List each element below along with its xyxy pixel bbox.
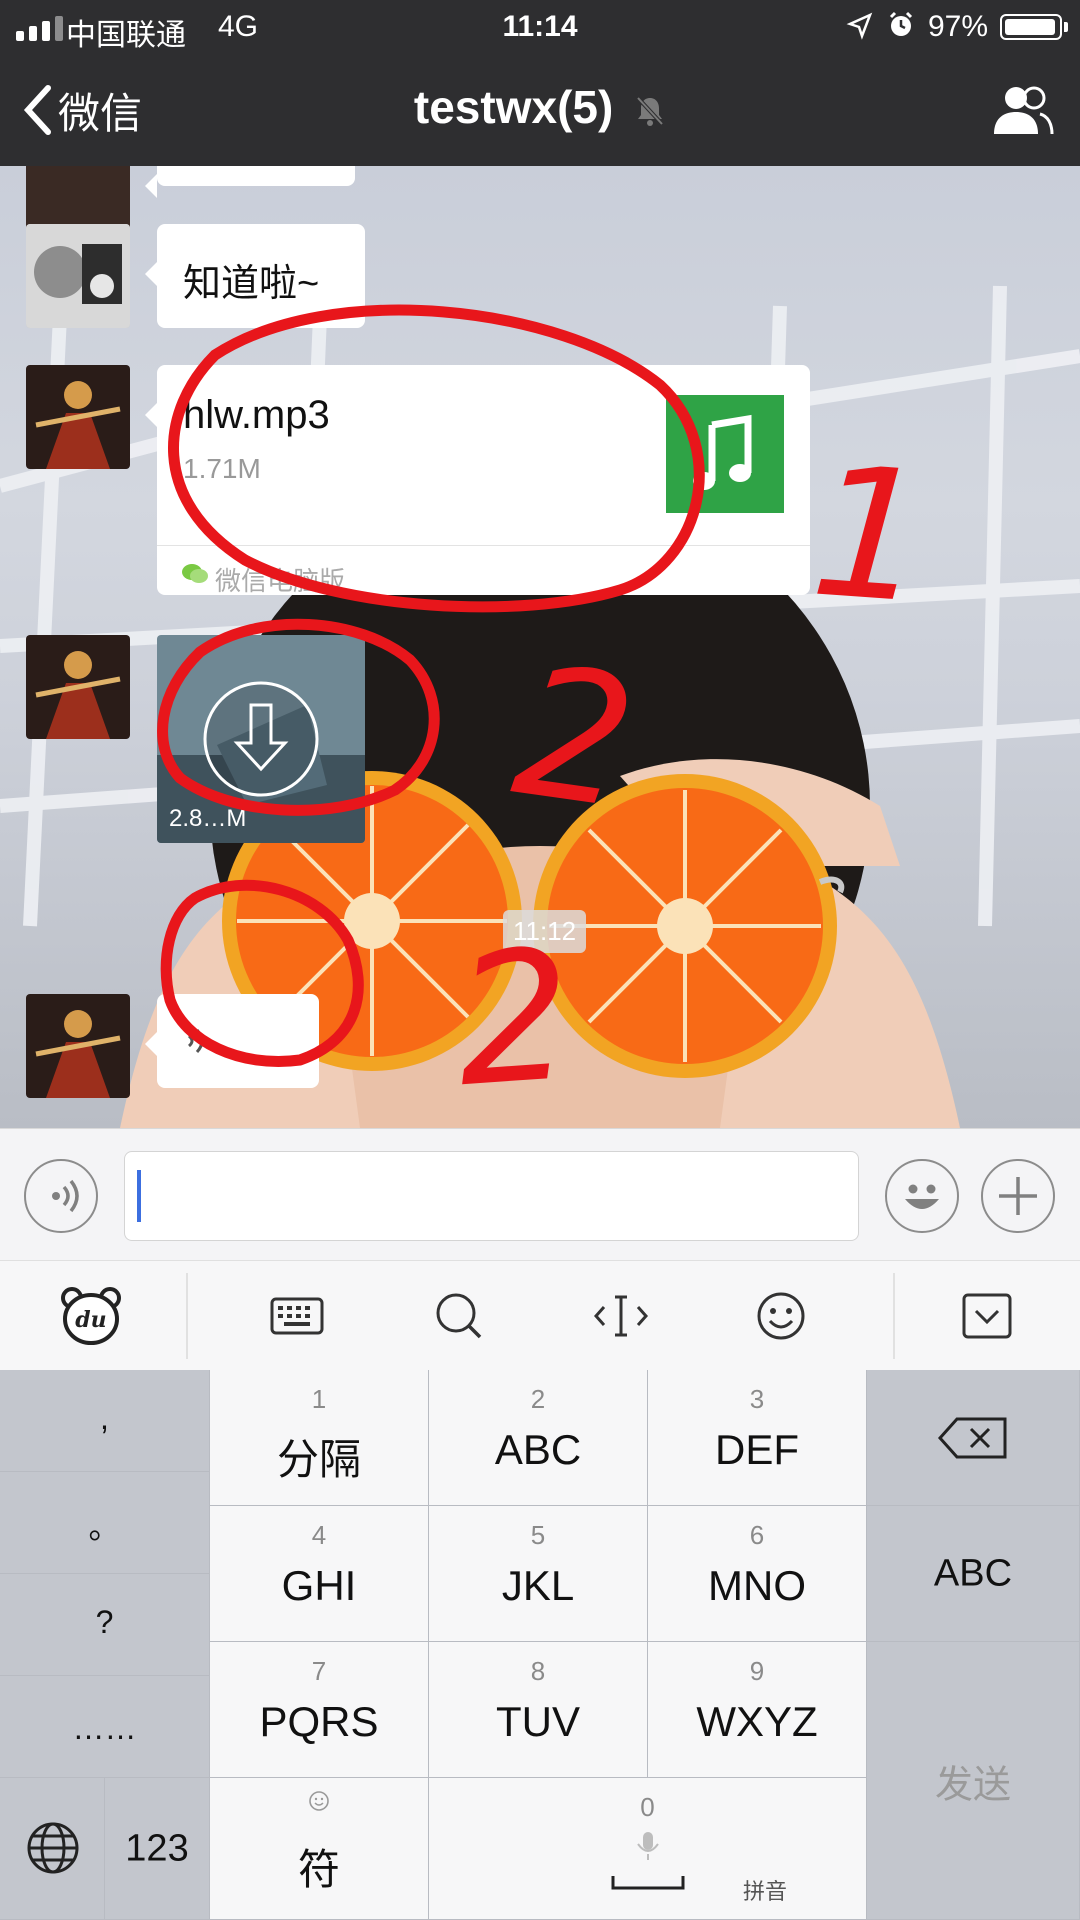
delete-key[interactable] [867, 1370, 1080, 1506]
message-input-bar [0, 1128, 1080, 1261]
language-switch-key[interactable] [0, 1778, 105, 1920]
voice-input-button[interactable] [24, 1159, 98, 1233]
file-message-card[interactable]: hlw.mp3 1.71M 微信电脑版 [145, 365, 810, 596]
battery-icon [1000, 14, 1068, 40]
avatar[interactable] [26, 224, 130, 328]
toolbar-divider [186, 1273, 188, 1359]
status-bar: 中国联通 4G 11:14 97% [0, 0, 1080, 56]
plus-icon [999, 1177, 1037, 1215]
symbol-key[interactable]: 符 [210, 1778, 429, 1920]
wechat-screen: 知道啦~ hlw.mp3 1.71M 微信电脑版 2.8…M 11:12 1 2… [0, 0, 1080, 1920]
group-members-icon[interactable] [990, 84, 1054, 136]
du-logo-icon[interactable]: du [60, 1285, 122, 1347]
file-name: hlw.mp3 [183, 393, 330, 437]
chat-timestamp: 11:12 [503, 910, 587, 953]
voice-message-bubble[interactable] [145, 994, 319, 1088]
avatar-image [26, 635, 130, 739]
toolbar-divider [893, 1273, 895, 1359]
wechat-pc-icon [182, 564, 208, 583]
video-size: 2.8…M [169, 805, 247, 832]
punct-key-question[interactable]: ? [0, 1574, 210, 1676]
cursor-move-icon[interactable] [590, 1285, 652, 1347]
battery-percent: 97% [928, 10, 989, 43]
key-6[interactable]: 6 MNO [648, 1506, 867, 1642]
avatar-image [26, 224, 130, 328]
key-7[interactable]: 7 PQRS [210, 1642, 429, 1778]
emoji-button[interactable] [885, 1159, 959, 1233]
battery-fill [1005, 19, 1055, 35]
keyboard-icon[interactable] [266, 1285, 328, 1347]
message-bubble-text[interactable]: 知道啦~ [145, 224, 365, 328]
key-9[interactable]: 9 WXYZ [648, 1642, 867, 1778]
svg-text:du: du [75, 1307, 106, 1333]
chat-title: testwx(5) [0, 80, 1080, 134]
abc-switch-key[interactable]: ABC [867, 1506, 1080, 1642]
voice-icon [52, 1179, 79, 1213]
mute-bell-icon [636, 96, 664, 126]
more-functions-button[interactable] [981, 1159, 1055, 1233]
location-arrow-icon [846, 12, 873, 40]
space-bar-icon [611, 1876, 685, 1890]
avatar[interactable] [26, 994, 130, 1098]
collapse-keyboard-icon[interactable] [956, 1285, 1018, 1347]
number-switch-key[interactable]: 123 [105, 1778, 210, 1920]
t9-keyboard: , 。 ? …… 123 1 分隔 2 ABC 3 DEF 4 GHI 5 JK… [0, 1370, 1080, 1920]
file-card-divider [157, 545, 810, 546]
voice-wave-icon [187, 1028, 204, 1054]
text-caret [137, 1170, 141, 1222]
alarm-icon [889, 11, 913, 36]
avatar-image [26, 365, 130, 469]
backspace-icon [937, 1417, 1007, 1459]
status-time: 11:14 [502, 10, 578, 43]
punct-key-comma[interactable]: , [0, 1370, 210, 1472]
key-8[interactable]: 8 TUV [429, 1642, 648, 1778]
key-1[interactable]: 1 分隔 [210, 1370, 429, 1506]
avatar[interactable] [26, 365, 130, 469]
key-2[interactable]: 2 ABC [429, 1370, 648, 1506]
key-3[interactable]: 3 DEF [648, 1370, 867, 1506]
space-key-label: 拼音 [743, 1879, 788, 1904]
video-message[interactable]: 2.8…M [157, 635, 365, 843]
smiley-icon [905, 1184, 939, 1209]
ime-toolbar: du [0, 1260, 1080, 1372]
message-bubble-partial[interactable] [145, 166, 355, 198]
send-key[interactable]: 发送 [867, 1642, 1080, 1920]
file-size: 1.71M [183, 453, 261, 484]
emoji-icon[interactable] [750, 1285, 812, 1347]
avatar-image [26, 994, 130, 1098]
key-5[interactable]: 5 JKL [429, 1506, 648, 1642]
chat-area[interactable]: 知道啦~ hlw.mp3 1.71M 微信电脑版 2.8…M 11:12 [0, 166, 1080, 1128]
file-source-label: 微信电脑版 [215, 566, 346, 596]
avatar[interactable] [26, 635, 130, 739]
message-text: 知道啦~ [183, 263, 320, 305]
punct-key-period[interactable]: 。 [0, 1472, 210, 1574]
top-bar: 中国联通 4G 11:14 97% 微信 testwx(5) [0, 0, 1080, 166]
chat-title-text: testwx(5) [413, 81, 614, 133]
globe-icon [27, 1822, 79, 1874]
punct-key-ellipsis[interactable]: …… [0, 1676, 210, 1778]
message-input-field[interactable] [124, 1151, 859, 1241]
space-key[interactable]: 0 拼音 [429, 1778, 867, 1920]
microphone-icon [637, 1832, 659, 1860]
search-icon[interactable] [428, 1285, 490, 1347]
music-file-icon [666, 395, 784, 513]
key-4[interactable]: 4 GHI [210, 1506, 429, 1642]
smiley-small-icon [309, 1791, 329, 1811]
